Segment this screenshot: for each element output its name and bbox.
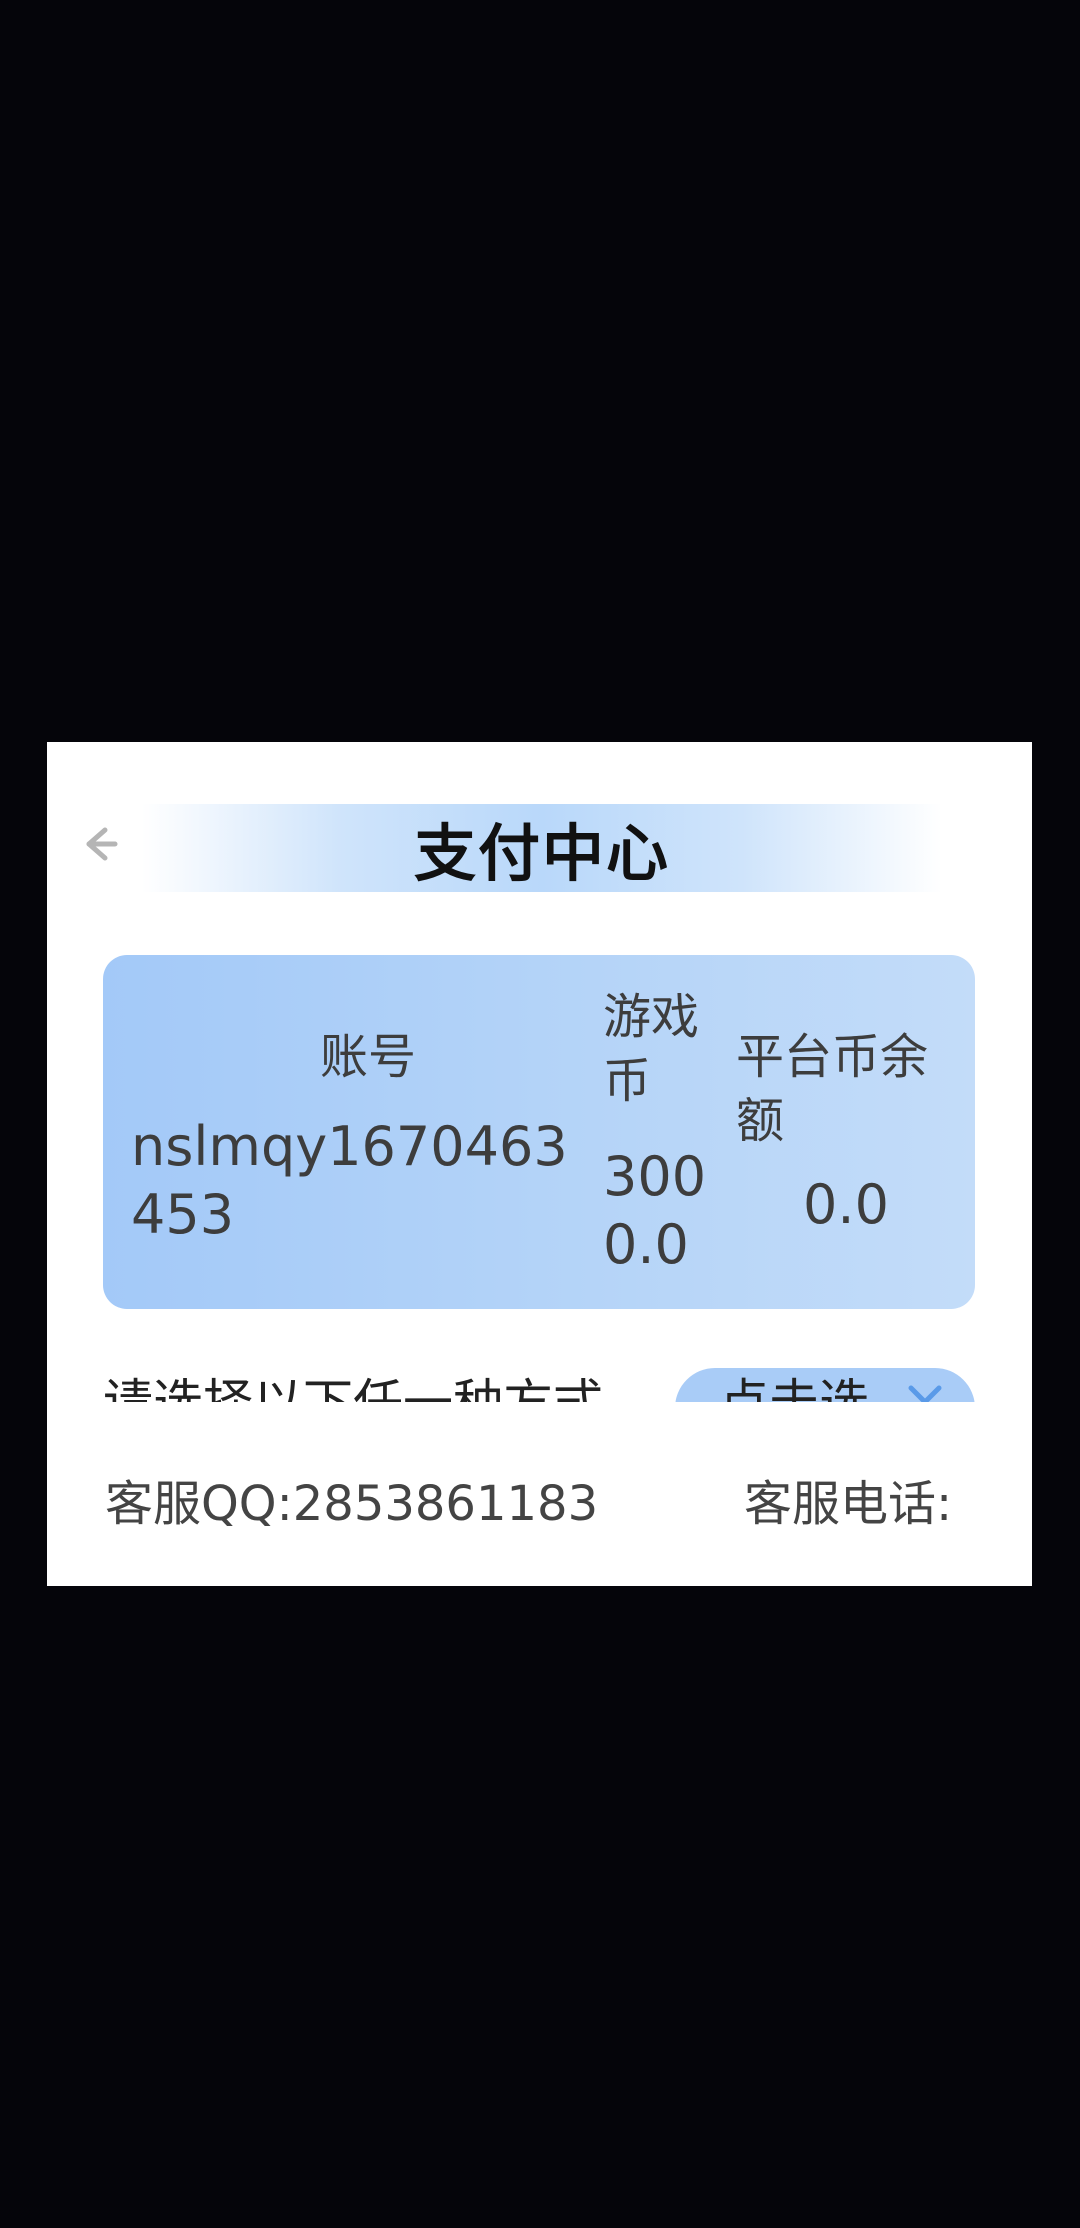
game-coin-label: 游戏币: [603, 989, 700, 1109]
customer-service-phone: 客服电话:: [744, 1476, 953, 1532]
arrow-left-icon[interactable]: [77, 822, 121, 866]
customer-service-qq: 客服QQ:2853861183: [105, 1476, 599, 1532]
page-title: 支付中心: [413, 817, 670, 890]
title-band: 支付中心: [142, 804, 942, 892]
platform-balance-label: 平台币余额: [736, 1029, 929, 1149]
customer-service-footer: 客服QQ:2853861183 客服电话:: [47, 1402, 1032, 1586]
account-label: 账号: [319, 1029, 416, 1085]
platform-balance-value: 0.0: [803, 1173, 889, 1236]
account-info-card: 账号 nslmqy1670463453 游戏币 3000.0 平台币余额 0.0: [103, 955, 975, 1309]
payment-dialog: 支付中心 账号 nslmqy1670463453 游戏币 3000.0 平台币余…: [47, 742, 1032, 1586]
game-coin-value: 3000.0: [603, 1145, 707, 1276]
account-value: nslmqy1670463453: [131, 1115, 568, 1246]
